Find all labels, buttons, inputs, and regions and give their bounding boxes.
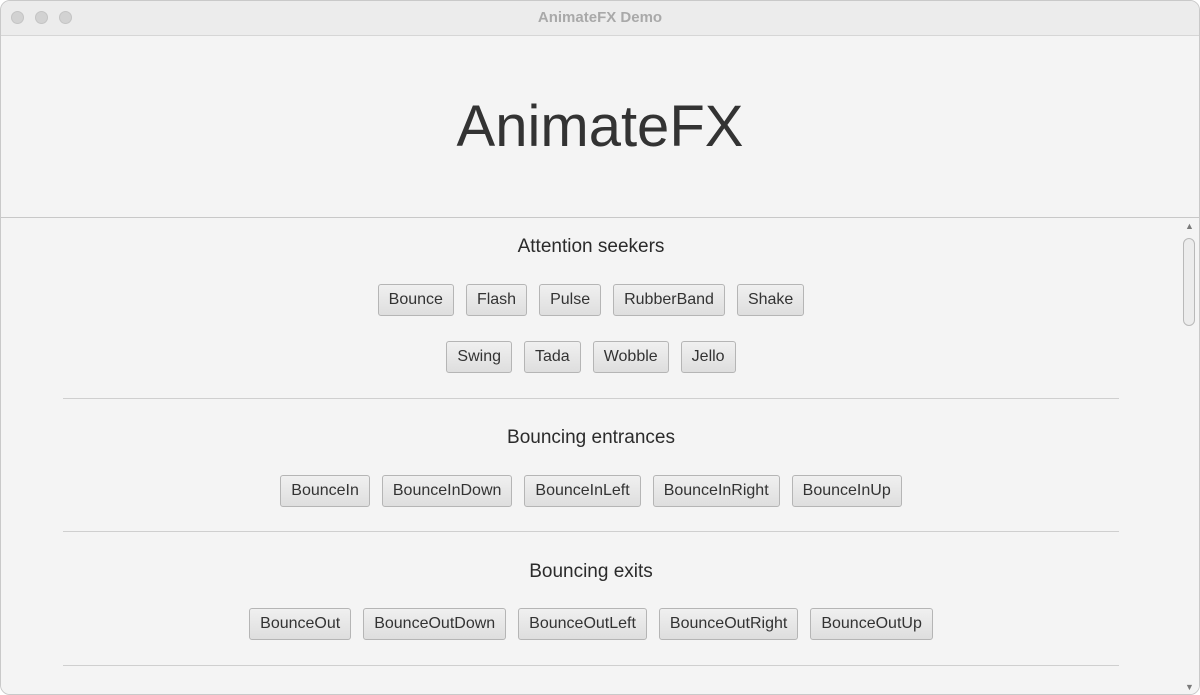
bounceindown-button[interactable]: BounceInDown [381,475,513,507]
bounceout-button[interactable]: BounceOut [249,608,352,640]
bounce-button[interactable]: Bounce [377,284,454,316]
section-title-attention-seekers: Attention seekers [517,236,665,257]
button-row-bouncing-entrances: BounceIn BounceInDown BounceInLeft Bounc… [1,475,1181,507]
section-separator [63,531,1119,532]
bounceoutdown-button[interactable]: BounceOutDown [363,608,507,640]
window-title: AnimateFX Demo [537,9,663,26]
tada-button[interactable]: Tada [524,341,581,373]
wobble-button[interactable]: Wobble [592,341,669,373]
flash-button[interactable]: Flash [465,284,528,316]
triangle-up-icon[interactable]: ▲ [1180,218,1199,234]
scroll-pane[interactable]: Attention seekers Bounce Flash Pulse Rub… [1,217,1199,694]
app-title: AnimateFX [456,94,744,159]
bouncein-button[interactable]: BounceIn [280,475,370,507]
pulse-button[interactable]: Pulse [539,284,602,316]
section-title-bouncing-exits: Bouncing exits [529,561,653,582]
bounceinright-button[interactable]: BounceInRight [652,475,780,507]
section-separator [63,398,1119,399]
jello-button[interactable]: Jello [680,341,736,373]
bounceoutright-button[interactable]: BounceOutRight [658,608,799,640]
title-bar: AnimateFX Demo [1,1,1199,36]
section-separator [63,665,1119,666]
triangle-down-icon[interactable]: ▼ [1180,679,1199,694]
swing-button[interactable]: Swing [446,341,512,373]
section-title-bouncing-entrances: Bouncing entrances [507,427,675,448]
button-row-bouncing-exits: BounceOut BounceOutDown BounceOutLeft Bo… [1,608,1181,640]
button-row-attention-1: Bounce Flash Pulse RubberBand Shake [1,284,1181,316]
bounceoutleft-button[interactable]: BounceOutLeft [518,608,647,640]
vertical-scrollbar[interactable]: ▲ ▼ [1180,218,1199,694]
shake-button[interactable]: Shake [736,284,805,316]
scroll-thumb[interactable] [1183,238,1195,326]
header: AnimateFX [1,36,1199,217]
bounceoutup-button[interactable]: BounceOutUp [810,608,933,640]
button-row-attention-2: Swing Tada Wobble Jello [1,341,1181,373]
app-window: AnimateFX Demo AnimateFX Attention seeke… [0,0,1200,695]
bounceinup-button[interactable]: BounceInUp [791,475,902,507]
bounceinleft-button[interactable]: BounceInLeft [524,475,641,507]
rubberband-button[interactable]: RubberBand [613,284,725,316]
